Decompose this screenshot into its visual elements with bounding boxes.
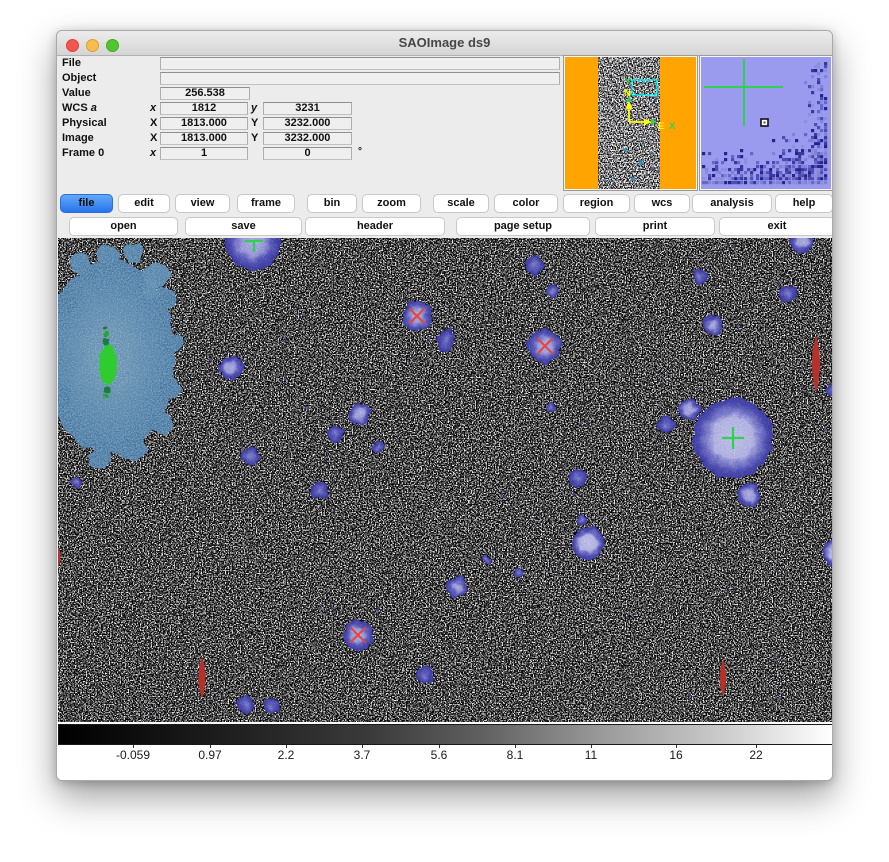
svg-text:Y: Y bbox=[625, 76, 632, 87]
svg-text:N: N bbox=[624, 88, 631, 99]
svg-text:X: X bbox=[669, 121, 676, 132]
svg-text:E: E bbox=[658, 121, 664, 132]
